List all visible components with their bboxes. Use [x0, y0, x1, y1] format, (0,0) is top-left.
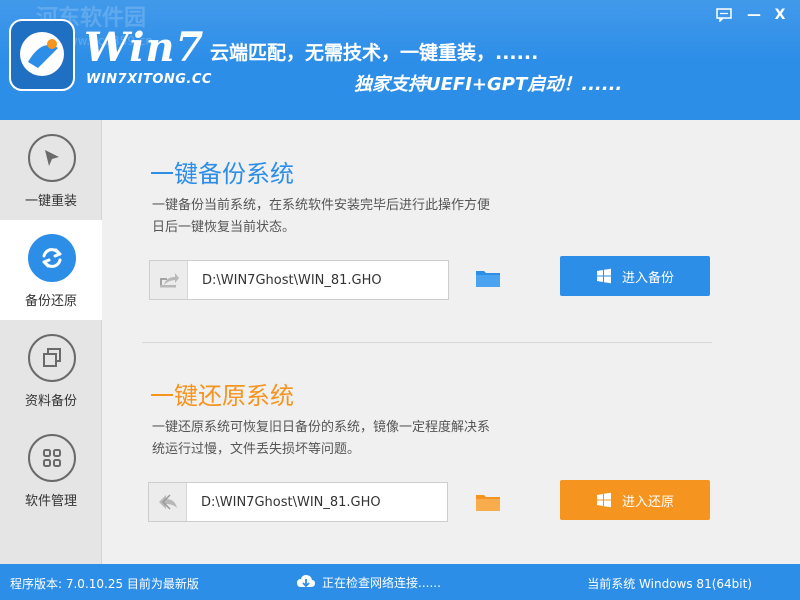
nav-icon-circle — [28, 434, 76, 482]
system-info-text: 当前系统 Windows 81(64bit) — [587, 577, 752, 591]
restore-path-text: D:\WIN7Ghost\WIN_81.GHO — [201, 494, 381, 510]
header-banner: 河东软件园 www.pc0359.cn Win7 WIN7XITONG.CC 云… — [0, 0, 800, 120]
section-divider — [142, 342, 712, 343]
restore-folder-icon[interactable] — [475, 491, 501, 513]
win7-logo-icon — [9, 19, 75, 91]
sidebar: 一键重装 备份还原 资料备份 软件管理 — [0, 120, 102, 564]
sidebar-item-backup-restore[interactable]: 备份还原 — [0, 220, 102, 320]
cursor-icon — [45, 150, 59, 166]
sidebar-item-software[interactable]: 软件管理 — [0, 420, 102, 520]
enter-restore-label: 进入还原 — [621, 494, 674, 510]
enter-backup-label: 进入备份 — [621, 270, 674, 286]
sidebar-item-label: 软件管理 — [24, 494, 77, 509]
backup-description: 一键备份当前系统，在系统软件安装完毕后进行此操作方便日后一键恢复当前状态。 — [152, 198, 491, 235]
backup-path-field[interactable]: D:\WIN7Ghost\WIN_81.GHO — [149, 260, 449, 300]
feedback-button[interactable] — [710, 4, 738, 26]
windows-icon — [596, 268, 611, 284]
restore-description: 一键还原系统可恢复旧日备份的系统，镜像一定程度解决系统运行过慢，文件丢失损坏等问… — [152, 420, 491, 457]
backup-folder-icon[interactable] — [475, 267, 501, 289]
enter-restore-button[interactable]: 进入还原 — [560, 480, 710, 520]
backup-path-text: D:\WIN7Ghost\WIN_81.GHO — [202, 272, 382, 288]
restore-path-field[interactable]: D:\WIN7Ghost\WIN_81.GHO — [148, 482, 448, 522]
cloud-download-icon — [297, 575, 315, 588]
share-arrow-icon — [159, 273, 179, 288]
brand-site: WIN7XITONG.CC — [86, 72, 212, 87]
path-icon-box — [149, 483, 187, 521]
main-content: 一键备份系统 一键备份当前系统，在系统软件安装完毕后进行此操作方便日后一键恢复当… — [102, 120, 800, 564]
status-bar: 程序版本: 7.0.10.25 目前为最新版 正在检查网络连接...... 当前… — [0, 564, 800, 600]
copy-icon — [43, 348, 61, 367]
sidebar-item-label: 备份还原 — [24, 294, 77, 309]
minimize-button[interactable]: — — [740, 4, 768, 26]
reply-arrow-icon — [158, 494, 177, 510]
refresh-icon — [42, 248, 62, 268]
sidebar-item-label: 资料备份 — [24, 394, 77, 409]
nav-icon-circle — [28, 234, 76, 282]
network-status-text: 正在检查网络连接...... — [322, 575, 441, 590]
enter-backup-button[interactable]: 进入备份 — [560, 256, 710, 296]
nav-icon-circle — [28, 134, 76, 182]
grid-icon — [43, 449, 61, 467]
slogan-line-1: 云端匹配，无需技术，一键重装，...... — [210, 42, 539, 64]
windows-icon — [596, 492, 611, 508]
close-button[interactable]: X — [766, 4, 794, 26]
path-icon-box — [150, 261, 188, 299]
slogan-line-2: 独家支持UEFI+GPT启动！...... — [354, 74, 623, 95]
sidebar-item-label: 一键重装 — [24, 194, 77, 209]
sidebar-item-reinstall[interactable]: 一键重装 — [0, 120, 102, 220]
brand-title: Win7 — [84, 24, 205, 71]
restore-title: 一键还原系统 — [150, 382, 294, 410]
nav-icon-circle — [28, 334, 76, 382]
sidebar-item-data-backup[interactable]: 资料备份 — [0, 320, 102, 420]
version-text: 程序版本: 7.0.10.25 目前为最新版 — [10, 577, 199, 591]
backup-title: 一键备份系统 — [150, 160, 294, 188]
chat-icon — [716, 8, 732, 22]
network-status: 正在检查网络连接...... — [296, 573, 441, 591]
